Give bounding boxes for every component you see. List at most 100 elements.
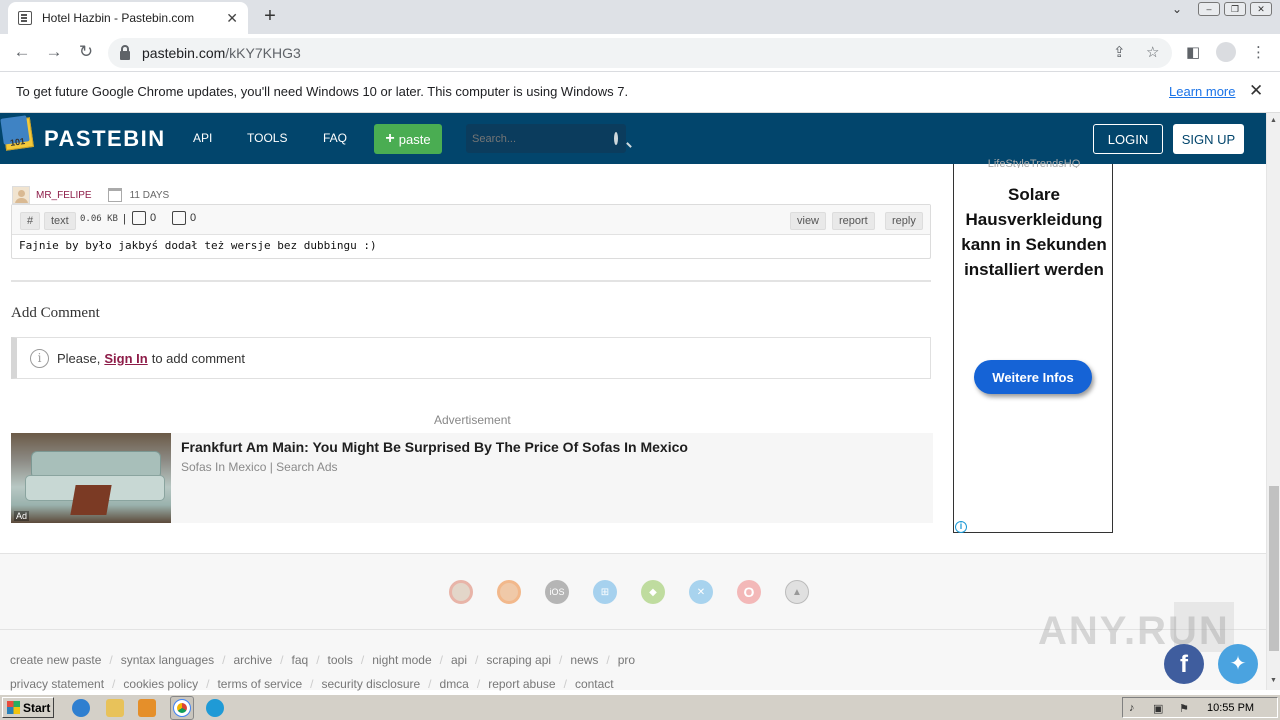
footer-link[interactable]: api xyxy=(451,653,467,667)
chrome-taskbar-button[interactable] xyxy=(170,696,194,720)
footer-link[interactable]: syntax languages xyxy=(121,653,214,667)
native-ad[interactable]: Ad Frankfurt Am Main: You Might Be Surpr… xyxy=(11,433,933,523)
side-ad-cta-button[interactable]: Weitere Infos xyxy=(974,360,1092,394)
footer-link[interactable]: archive xyxy=(233,653,272,667)
twitter-icon[interactable]: ✦ xyxy=(1218,644,1258,684)
chrome-icon[interactable] xyxy=(449,580,473,604)
search-icon[interactable] xyxy=(614,132,618,145)
scroll-down-icon[interactable]: ▼ xyxy=(1270,677,1277,684)
side-ad-brand: LifeStyleTrendsHQ xyxy=(987,158,1081,168)
address-bar[interactable]: pastebin.com/kKY7KHG3 xyxy=(108,38,1172,68)
brand-name[interactable]: PASTEBIN xyxy=(44,126,166,152)
close-infobar-icon[interactable]: ✕ xyxy=(1249,81,1263,101)
media-player-icon[interactable] xyxy=(138,699,156,717)
view-button[interactable]: view xyxy=(790,212,827,230)
forward-icon[interactable]: → xyxy=(43,42,65,62)
action-center-flag-icon[interactable]: ⚑ xyxy=(1179,702,1193,715)
comment-meta: MR_FELIPE 11 DAYS xyxy=(12,186,169,204)
url-text: pastebin.com/kKY7KHG3 xyxy=(142,45,301,61)
menu-kebab-icon[interactable]: ⋮ xyxy=(1251,43,1266,61)
chrome-icon xyxy=(173,699,191,717)
thumbs-down-icon xyxy=(172,211,186,225)
comment-username[interactable]: MR_FELIPE xyxy=(36,190,92,201)
reply-button[interactable]: reply xyxy=(885,212,923,230)
ad-choices-info-icon[interactable]: i xyxy=(955,521,967,533)
ad-sofa-image[interactable]: Ad xyxy=(11,433,171,523)
volume-icon[interactable]: ♪ xyxy=(1129,702,1143,715)
firefox-icon[interactable] xyxy=(497,580,521,604)
clock[interactable]: 10:55 PM xyxy=(1207,702,1254,714)
footer-links-row1: create new paste / syntax languages / arch… xyxy=(10,653,636,667)
restore-icon[interactable]: ❐ xyxy=(1224,2,1246,16)
format-badge[interactable]: text xyxy=(44,212,76,230)
scroll-up-icon[interactable]: ▲ xyxy=(1270,117,1277,124)
dislike-button[interactable]: 0 xyxy=(172,211,196,225)
ie-icon[interactable] xyxy=(72,699,90,717)
user-avatar[interactable] xyxy=(12,186,30,204)
profile-avatar-icon[interactable] xyxy=(1216,42,1236,62)
bookmark-star-icon[interactable]: ☆ xyxy=(1146,43,1159,61)
footer-link[interactable]: contact xyxy=(575,677,614,691)
nav-api[interactable]: API xyxy=(193,131,212,145)
side-ad-headline: Solare Hausverkleidung kann in Sekunden … xyxy=(961,185,1107,279)
close-window-icon[interactable]: ✕ xyxy=(1250,2,1272,16)
reload-icon[interactable]: ↻ xyxy=(75,42,97,62)
like-button[interactable]: 0 xyxy=(132,211,156,225)
ad-badge: Ad xyxy=(14,511,30,521)
start-button[interactable]: Start xyxy=(2,697,54,718)
learn-more-link[interactable]: Learn more xyxy=(1169,84,1235,99)
side-panel-icon[interactable]: ◧ xyxy=(1186,43,1200,61)
login-button[interactable]: LOGIN xyxy=(1093,124,1163,154)
signup-button[interactable]: SIGN UP xyxy=(1173,124,1244,154)
footer-link[interactable]: privacy statement xyxy=(10,677,104,691)
sidebar-ad[interactable]: LifeStyleTrendsHQ Solare Hausverkleidung… xyxy=(953,158,1113,533)
explorer-folder-icon[interactable] xyxy=(106,699,124,717)
android-icon[interactable]: ◆ xyxy=(641,580,665,604)
ad-title[interactable]: Frankfurt Am Main: You Might Be Surprise… xyxy=(181,439,688,455)
footer-link[interactable]: dmca xyxy=(440,677,469,691)
browser-tab[interactable]: Hotel Hazbin - Pastebin.com ✕ xyxy=(8,2,248,34)
share-icon[interactable]: ⇪ xyxy=(1113,43,1126,61)
close-tab-icon[interactable]: ✕ xyxy=(226,10,238,27)
footer-link[interactable]: night mode xyxy=(372,653,431,667)
network-icon[interactable]: ▣ xyxy=(1153,702,1167,715)
windows-flag-icon xyxy=(7,701,20,714)
comment-age: 11 DAYS xyxy=(129,189,170,201)
footer-link[interactable]: faq xyxy=(292,653,309,667)
comment-body: Fajnie by było jakbyś dodał też wersje b… xyxy=(19,239,377,252)
ios-icon[interactable]: iOS xyxy=(545,580,569,604)
tab-search-chevron-icon[interactable]: ⌄ xyxy=(1172,2,1182,16)
pastebin-logo-icon[interactable]: 101 xyxy=(0,115,36,155)
new-tab-icon[interactable]: + xyxy=(258,5,282,28)
infobar-message: To get future Google Chrome updates, you… xyxy=(16,84,629,99)
scrollbar-thumb[interactable] xyxy=(1269,486,1279,651)
footer-link[interactable]: news xyxy=(570,653,598,667)
footer-link[interactable]: pro xyxy=(618,653,635,667)
nav-faq[interactable]: FAQ xyxy=(323,131,347,145)
update-infobar: To get future Google Chrome updates, you… xyxy=(0,72,1280,113)
sign-in-link[interactable]: Sign In xyxy=(104,351,147,366)
footer-link[interactable]: security disclosure xyxy=(321,677,420,691)
anyrun-watermark: ANY.RUN xyxy=(1038,609,1230,653)
edge-icon[interactable] xyxy=(206,699,224,717)
footer-link[interactable]: scraping api xyxy=(486,653,551,667)
hash-link[interactable]: # xyxy=(20,212,41,230)
search-input[interactable] xyxy=(472,132,614,145)
ad-source[interactable]: Sofas In Mexico | Search Ads xyxy=(181,460,338,474)
linux-icon[interactable]: ▲ xyxy=(785,580,809,604)
opera-icon[interactable]: O xyxy=(737,580,761,604)
windows-icon[interactable]: ⊞ xyxy=(593,580,617,604)
facebook-icon[interactable]: f xyxy=(1164,644,1204,684)
back-icon[interactable]: ← xyxy=(11,42,33,62)
report-button[interactable]: report xyxy=(832,212,875,230)
mac-icon[interactable]: ✕ xyxy=(689,580,713,604)
nav-tools[interactable]: TOOLS xyxy=(247,131,287,145)
footer-link[interactable]: report abuse xyxy=(488,677,555,691)
new-paste-button[interactable]: + paste xyxy=(374,124,442,154)
footer-link[interactable]: create new paste xyxy=(10,653,101,667)
page-scrollbar[interactable]: ▲ ▼ xyxy=(1266,113,1280,690)
footer-link[interactable]: tools xyxy=(328,653,353,667)
minimize-icon[interactable]: – xyxy=(1198,2,1220,16)
footer-link[interactable]: cookies policy xyxy=(123,677,198,691)
footer-link[interactable]: terms of service xyxy=(217,677,302,691)
